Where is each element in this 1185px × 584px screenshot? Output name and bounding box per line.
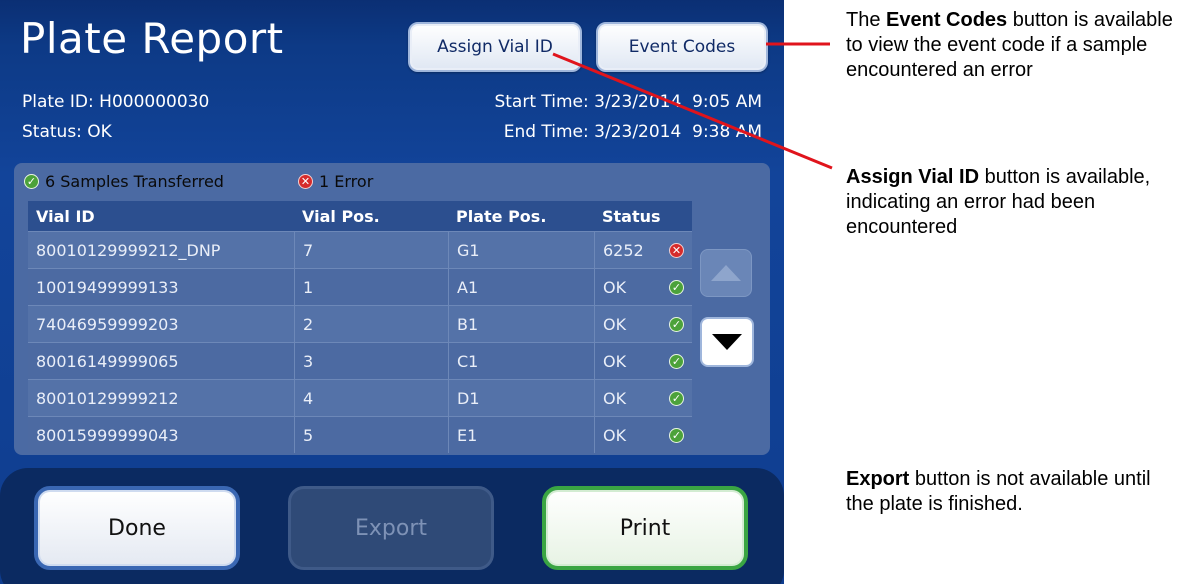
cell-status: OK ✓ [594, 343, 692, 379]
cell-plate-pos: G1 [448, 232, 594, 268]
status-text: OK [603, 425, 627, 445]
up-arrow-icon [711, 265, 741, 281]
callout-bold-text: Event Codes [886, 9, 1008, 31]
callout-text: The [846, 9, 887, 31]
export-callout: Export button is not available until the… [846, 467, 1181, 517]
table-row[interactable]: 74046959999203 2 B1 OK ✓ [28, 305, 692, 342]
table-header: Vial ID Vial Pos. Plate Pos. Status [28, 201, 692, 231]
check-icon: ✓ [669, 353, 684, 369]
error-summary: ✕ 1 Error [298, 172, 373, 191]
cell-status: 6252 ✕ [594, 232, 692, 268]
cell-plate-pos: C1 [448, 343, 594, 379]
status-text: OK [603, 351, 627, 371]
summary-bar: ✓ 6 Samples Transferred ✕ 1 Error [14, 163, 770, 201]
error-text: 1 Error [319, 172, 374, 191]
status-text: OK [603, 314, 627, 334]
callout-bold-text: Assign Vial ID [846, 166, 980, 188]
cell-vial-id: 10019499999133 [36, 277, 179, 297]
assign-vial-id-callout: Assign Vial ID button is available, indi… [846, 165, 1181, 240]
page-title: Plate Report [20, 14, 284, 63]
table-row[interactable]: 10019499999133 1 A1 OK ✓ [28, 268, 692, 305]
plate-report-screen: Plate Report Assign Vial ID Event Codes … [0, 0, 784, 584]
cell-vial-pos: 5 [294, 417, 448, 453]
cell-vial-id: 74046959999203 [36, 314, 179, 334]
status-text: OK [603, 388, 627, 408]
cell-vial-id: 80010129999212 [36, 388, 179, 408]
header-status: Status [602, 206, 661, 226]
table-row[interactable]: 80016149999065 3 C1 OK ✓ [28, 342, 692, 379]
cell-plate-pos: D1 [448, 380, 594, 416]
assign-vial-id-button[interactable]: Assign Vial ID [408, 22, 582, 72]
table-row[interactable]: 80010129999212 4 D1 OK ✓ [28, 379, 692, 416]
callout-bold-text: Export [846, 468, 910, 490]
table-row[interactable]: 80010129999212_DNP 7 G1 6252 ✕ [28, 231, 692, 268]
check-icon: ✓ [669, 279, 684, 295]
check-icon: ✓ [669, 390, 684, 406]
samples-table: Vial ID Vial Pos. Plate Pos. Status 8001… [28, 201, 692, 453]
check-icon: ✓ [669, 427, 684, 443]
scroll-up-button[interactable] [700, 249, 752, 297]
cell-status: OK ✓ [594, 269, 692, 305]
cell-vial-pos: 7 [294, 232, 448, 268]
status-text: 6252 [603, 240, 644, 260]
transferred-summary: ✓ 6 Samples Transferred [24, 172, 224, 191]
cell-plate-pos: E1 [448, 417, 594, 453]
cell-status: OK ✓ [594, 380, 692, 416]
cell-status: OK ✓ [594, 306, 692, 342]
cell-vial-pos: 3 [294, 343, 448, 379]
event-codes-callout: The Event Codes button is available to v… [846, 8, 1181, 83]
plate-id: Plate ID: H000000030 [22, 92, 210, 112]
down-arrow-icon [712, 334, 742, 350]
error-icon: ✕ [669, 242, 684, 258]
cell-vial-pos: 4 [294, 380, 448, 416]
plate-status: Status: OK [22, 122, 112, 142]
done-button[interactable]: Done [34, 486, 240, 570]
header-vial-pos: Vial Pos. [302, 206, 380, 226]
samples-panel: ✓ 6 Samples Transferred ✕ 1 Error Vial I… [14, 163, 770, 455]
event-codes-button[interactable]: Event Codes [596, 22, 768, 72]
cell-vial-pos: 1 [294, 269, 448, 305]
print-button[interactable]: Print [542, 486, 748, 570]
check-icon: ✓ [669, 316, 684, 332]
cell-vial-pos: 2 [294, 306, 448, 342]
export-button[interactable]: Export [288, 486, 494, 570]
header-plate-pos: Plate Pos. [456, 206, 547, 226]
cell-vial-id: 80010129999212_DNP [36, 240, 221, 260]
cell-vial-id: 80015999999043 [36, 425, 179, 445]
header-vial-id: Vial ID [36, 206, 95, 226]
check-icon: ✓ [24, 174, 39, 189]
error-icon: ✕ [298, 174, 313, 189]
cell-plate-pos: B1 [448, 306, 594, 342]
cell-status: OK ✓ [594, 417, 692, 453]
status-text: OK [603, 277, 627, 297]
cell-plate-pos: A1 [448, 269, 594, 305]
cell-vial-id: 80016149999065 [36, 351, 179, 371]
end-time: End Time: 3/23/2014 9:38 AM [503, 122, 762, 142]
start-time: Start Time: 3/23/2014 9:05 AM [494, 92, 762, 112]
table-row[interactable]: 80015999999043 5 E1 OK ✓ [28, 416, 692, 453]
transferred-text: 6 Samples Transferred [45, 172, 224, 191]
scroll-down-button[interactable] [700, 317, 754, 367]
